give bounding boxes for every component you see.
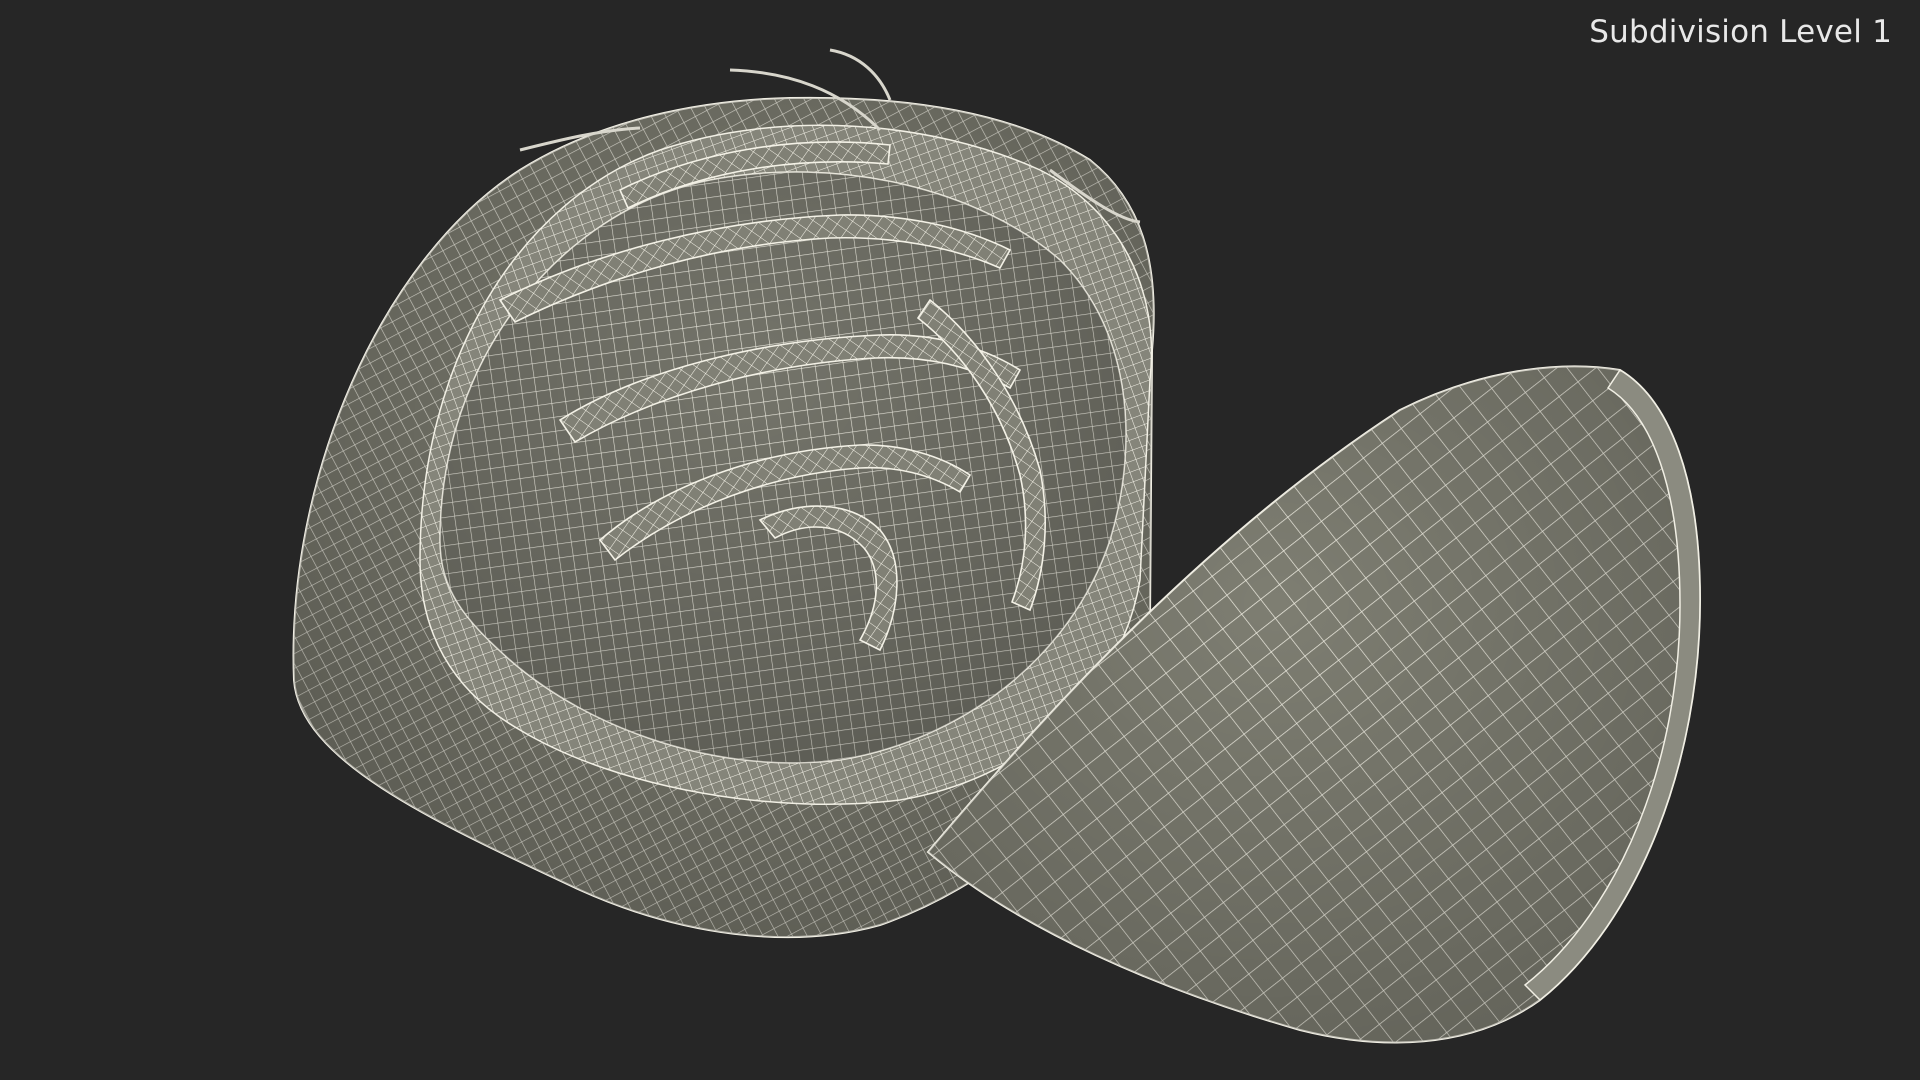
wireframe-scene [292, 48, 1702, 1044]
subdivision-level-label: Subdivision Level 1 [1589, 14, 1892, 50]
render-viewport: Subdivision Level 1 [0, 0, 1920, 1080]
